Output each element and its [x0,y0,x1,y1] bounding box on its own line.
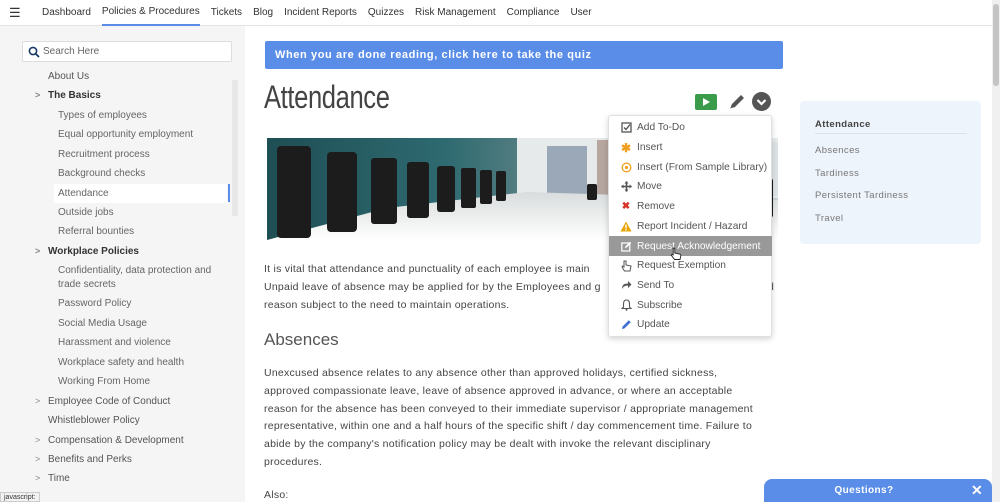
absences-line: reason for the absence has been conveyed… [264,402,753,415]
edit-square-icon [619,240,633,252]
menu-item-update[interactable]: Update [609,315,772,335]
right-toc-divider [815,133,967,134]
bell-icon [619,299,633,311]
actions-dropdown-menu: Add To-Do ✱ Insert Insert (From Sample L… [608,115,772,337]
sidebar-item-compensation[interactable]: > Compensation & Development [35,435,184,446]
menu-item-request-acknowledgement[interactable]: Request Acknowledgement [609,236,772,256]
chevron-right-icon: > [35,473,41,483]
absences-line: Unexcused absence relates to any absence… [264,367,718,379]
sidebar-item-types-of-employees[interactable]: Types of employees [58,110,147,121]
search-input[interactable] [43,46,223,57]
also-label: Also: [264,489,289,501]
page-scrollbar-thumb[interactable] [993,4,999,86]
menu-item-request-exemption[interactable]: Request Exemption [609,256,772,276]
share-arrow-icon [619,279,633,291]
sidebar-item-outside-jobs[interactable]: Outside jobs [58,207,114,218]
status-bar-link-preview: javascript: [0,492,40,502]
right-toc-title: Attendance [815,119,871,130]
right-toc-item-travel[interactable]: Travel [815,213,843,224]
nav-compliance[interactable]: Compliance [507,0,560,26]
sidebar-item-social-media-usage[interactable]: Social Media Usage [58,318,147,329]
menu-item-add-todo[interactable]: Add To-Do [609,118,772,138]
sidebar-item-working-from-home[interactable]: Working From Home [58,376,150,387]
search-box [22,41,232,62]
sidebar-item-workplace-policies[interactable]: > Workplace Policies [35,246,139,257]
nav-risk-management[interactable]: Risk Management [415,0,496,26]
menu-item-remove[interactable]: ✖ Remove [609,197,772,217]
sidebar: About Us >The Basics Types of employees … [0,26,245,502]
right-toc-item-tardiness[interactable]: Tardiness [815,168,859,179]
chevron-right-icon: > [35,435,41,445]
play-video-icon[interactable] [695,94,717,110]
sample-library-icon [619,161,633,173]
sidebar-item-about-us[interactable]: About Us [48,71,89,82]
take-quiz-banner[interactable]: When you are done reading, click here to… [265,41,783,69]
sidebar-item-workplace-safety[interactable]: Workplace safety and health [58,357,184,368]
search-icon [28,46,40,58]
hand-cursor-icon [670,247,682,260]
sidebar-item-benefits[interactable]: > Benefits and Perks [35,454,132,465]
nav-blog[interactable]: Blog [253,0,273,26]
sidebar-item-the-basics[interactable]: > The Basics [35,90,101,101]
sidebar-item-background-checks[interactable]: Background checks [58,168,145,179]
sidebar-item-password-policy[interactable]: Password Policy [58,298,131,309]
play-triangle-icon [703,98,710,106]
warning-icon [619,220,633,232]
chevron-right-icon: > [35,396,41,406]
hand-pointer-icon [619,260,633,272]
page-title: Attendance [264,79,390,115]
top-navigation: ☰ Dashboard Policies & Procedures Ticket… [0,0,992,26]
questions-widget[interactable]: Questions? ✕ [764,479,992,502]
nav-dashboard[interactable]: Dashboard [42,0,91,26]
menu-item-send-to[interactable]: Send To [609,276,772,296]
hamburger-menu-icon[interactable]: ☰ [9,5,31,21]
sidebar-item-confidentiality[interactable]: Confidentiality, data protection and tra… [58,264,223,292]
chevron-down-icon [756,99,767,106]
edit-pencil-icon[interactable] [727,92,747,112]
questions-label: Questions? [834,485,894,496]
menu-item-move[interactable]: Move [609,177,772,197]
pencil-icon [619,319,633,331]
sidebar-item-harassment-violence[interactable]: Harassment and violence [58,337,171,348]
nav-quizzes[interactable]: Quizzes [368,0,404,26]
sidebar-scrollbar[interactable] [232,80,238,216]
chevron-right-icon: > [35,454,41,464]
sidebar-active-indicator [228,184,230,202]
absences-line: abide by the company's notification poli… [264,438,711,451]
close-icon[interactable]: ✕ [971,482,983,499]
menu-item-insert[interactable]: ✱ Insert [609,138,772,158]
absences-line: representative, within one and a half ho… [264,420,753,433]
more-options-chevron-down-icon[interactable] [752,92,771,111]
right-toc-item-absences[interactable]: Absences [815,145,860,156]
menu-item-insert-sample-library[interactable]: Insert (From Sample Library) [609,157,772,177]
sidebar-item-attendance[interactable]: Attendance [54,184,227,203]
nav-policies-procedures[interactable]: Policies & Procedures [101,0,200,26]
remove-icon: ✖ [621,201,631,213]
sidebar-item-time[interactable]: > Time [35,473,70,484]
absences-paragraph: Unexcused absence relates to any absence… [264,365,784,472]
on-this-page-panel: Attendance Absences Tardiness Persistent… [800,101,981,244]
sidebar-item-recruitment-process[interactable]: Recruitment process [58,149,150,160]
nav-user[interactable]: User [570,0,591,26]
checkbox-icon [619,122,633,134]
sidebar-item-referral-bounties[interactable]: Referral bounties [58,226,134,237]
menu-item-report-incident[interactable]: Report Incident / Hazard [609,217,772,237]
move-icon [619,181,633,193]
absences-line: approved compassionate leave, leave of a… [264,384,733,397]
sidebar-item-equal-opportunity[interactable]: Equal opportunity employment [58,129,193,140]
asterisk-icon: ✱ [620,140,632,155]
absences-line: procedures. [264,455,323,468]
menu-item-subscribe[interactable]: Subscribe [609,295,772,315]
chevron-right-icon: > [35,246,41,256]
nav-incident-reports[interactable]: Incident Reports [284,0,357,26]
section-heading-absences: Absences [264,330,339,349]
chevron-right-icon: > [35,90,41,100]
sidebar-item-whistleblower[interactable]: Whistleblower Policy [48,415,140,426]
right-toc-item-persistent-tardiness[interactable]: Persistent Tardiness [815,190,908,201]
nav-tickets[interactable]: Tickets [211,0,242,26]
sidebar-item-code-of-conduct[interactable]: > Employee Code of Conduct [35,396,170,407]
